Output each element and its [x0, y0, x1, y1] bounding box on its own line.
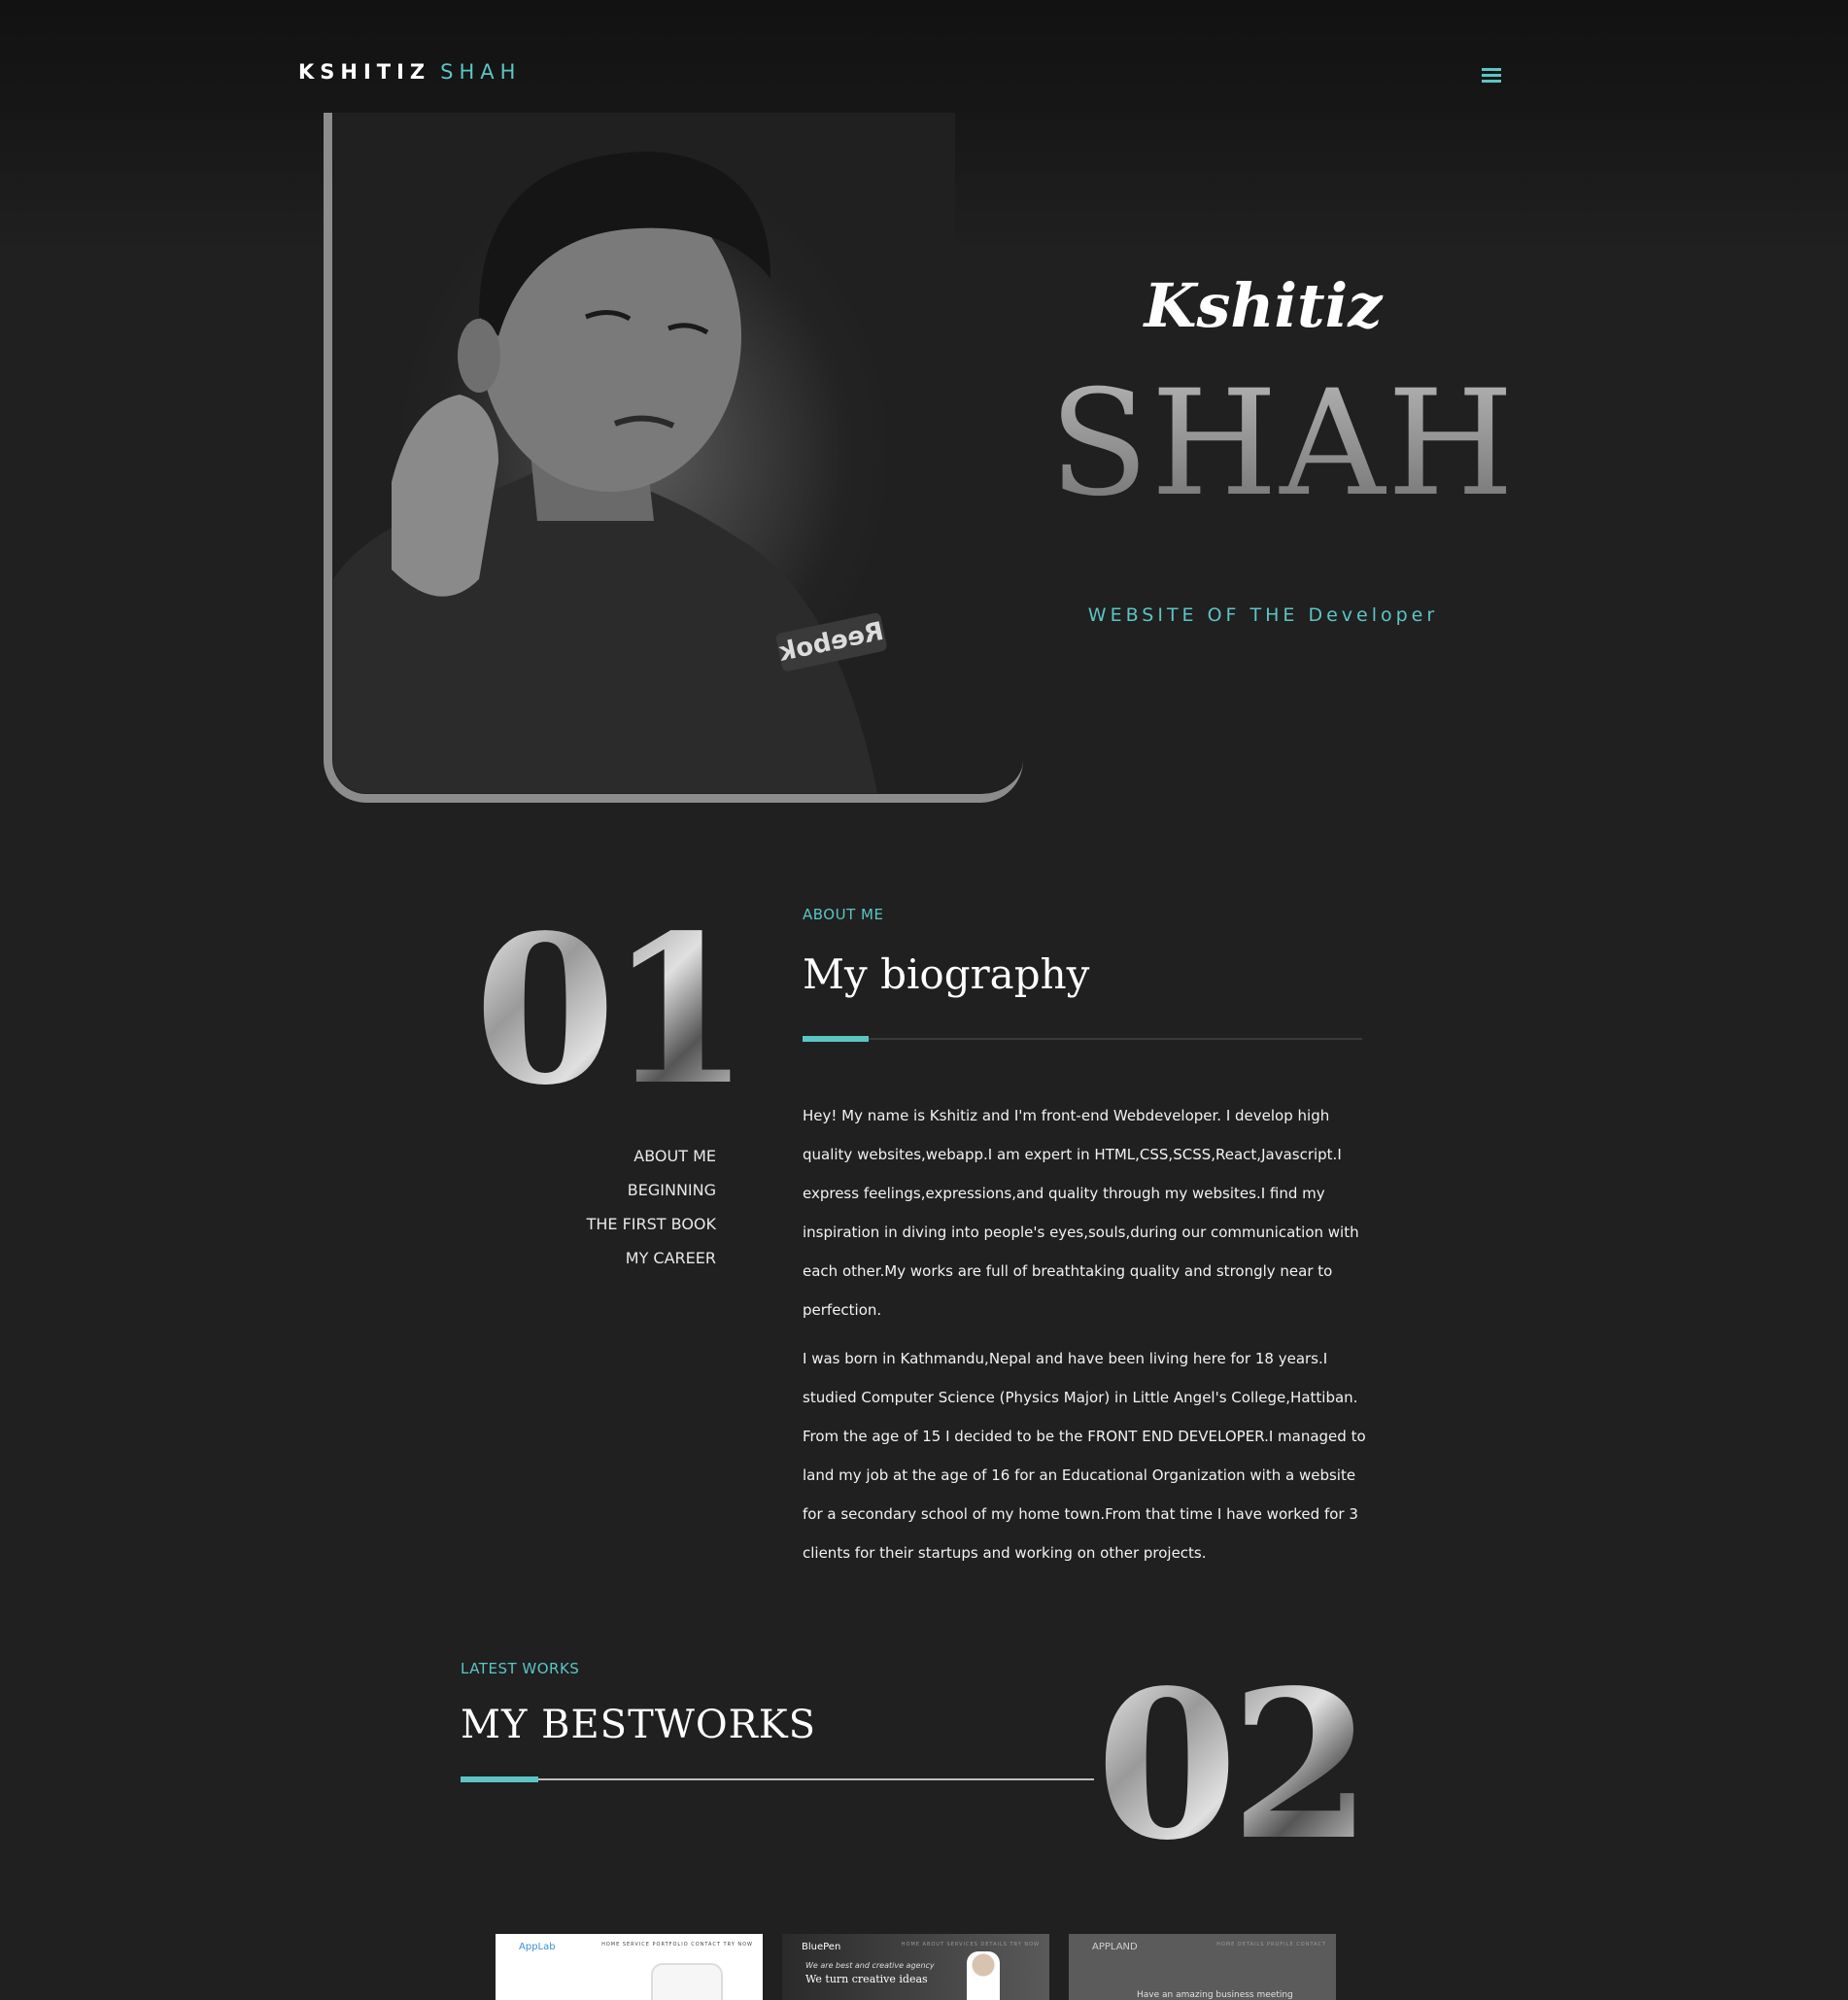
hero-subtitle: WEBSITE OF THE Developer [1087, 604, 1439, 626]
about-eyebrow: ABOUT ME [803, 906, 884, 923]
work-thumbnail-appland[interactable]: APPLAND HOME DETAILS PROFILE CONTACT Hav… [1069, 1934, 1336, 2000]
section-number-01: 01 [474, 890, 750, 1130]
site-logo[interactable]: KSHITIZ SHAH [298, 60, 521, 84]
logo-last-name: SHAH [440, 60, 522, 84]
thumbnail-nav: HOME ABOUT SERVICES DETAILS TRY NOW [901, 1942, 1040, 1948]
section-number-02: 02 [1096, 1645, 1372, 1885]
biography-title: My biography [803, 950, 1090, 998]
thumbnail-nav: HOME DETAILS PROFILE CONTACT [1216, 1942, 1326, 1948]
thumbnail-nav: HOME SERVICE PORTFOLIO CONTACT TRY NOW [601, 1942, 753, 1948]
side-nav-my-career[interactable]: MY CAREER [544, 1249, 716, 1267]
works-eyebrow: LATEST WORKS [461, 1660, 580, 1677]
biography-divider [803, 1036, 1362, 1042]
thumbnail-brand: APPLAND [1092, 1942, 1138, 1952]
thumbnail-brand: BluePen [802, 1942, 841, 1952]
thumbnail-headline: We turn creative ideas [805, 1973, 928, 1985]
thumbnail-headline: Have an amazing business meeting [1137, 1990, 1293, 2000]
portrait-illustration: Reebok [333, 152, 887, 793]
side-nav-about-me[interactable]: ABOUT ME [544, 1147, 716, 1165]
biography-paragraph: I was born in Kathmandu,Nepal and have b… [803, 1350, 1366, 1562]
profile-photo: Reebok [333, 113, 955, 793]
work-thumbnail-bluepen[interactable]: BluePen HOME ABOUT SERVICES DETAILS TRY … [782, 1934, 1049, 2000]
works-divider [461, 1776, 1094, 1782]
about-side-nav: ABOUT ME BEGINNING THE FIRST BOOK MY CAR… [544, 1147, 716, 1283]
hero-last-name: SHAH [1010, 360, 1555, 529]
side-nav-first-book[interactable]: THE FIRST BOOK [544, 1215, 716, 1233]
person-photo-icon [967, 1951, 1000, 2000]
biography-paragraph: Hey! My name is Kshitiz and I'm front-en… [803, 1107, 1359, 1319]
thumbnail-brand: AppLab [519, 1942, 556, 1952]
works-title: MY BESTWORKS [461, 1703, 817, 1747]
logo-first-name: KSHITIZ [298, 60, 431, 84]
biography-text: Hey! My name is Kshitiz and I'm front-en… [803, 1096, 1366, 1582]
hero-first-name: Kshitiz [1144, 270, 1383, 341]
side-nav-beginning[interactable]: BEGINNING [544, 1181, 716, 1199]
phone-mockup-icon [651, 1963, 723, 2000]
thumbnail-tagline: We are best and creative agency [805, 1961, 935, 1970]
hamburger-menu-icon[interactable] [1482, 68, 1501, 84]
work-thumbnail-applab[interactable]: AppLab HOME SERVICE PORTFOLIO CONTACT TR… [496, 1934, 763, 2000]
